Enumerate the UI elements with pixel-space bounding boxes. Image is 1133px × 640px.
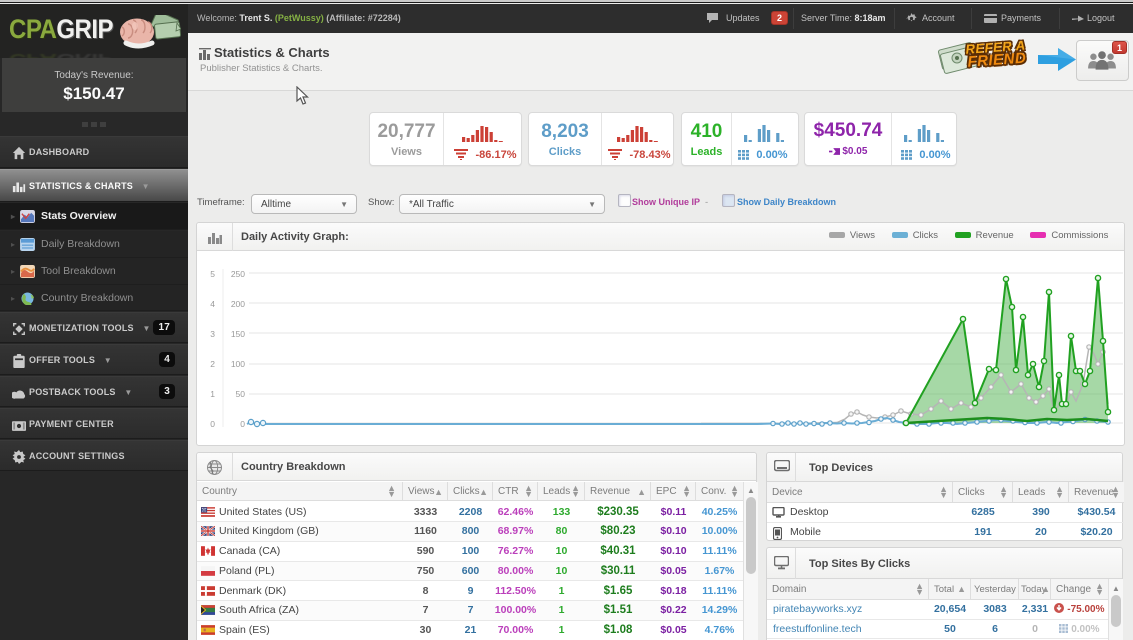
svg-text:100: 100	[231, 359, 245, 369]
svg-text:2: 2	[210, 359, 215, 369]
svg-text:200: 200	[231, 299, 245, 309]
svg-text:0: 0	[210, 419, 215, 429]
svg-text:5: 5	[210, 269, 215, 279]
svg-text:50: 50	[236, 389, 246, 399]
svg-text:0: 0	[240, 419, 245, 429]
svg-text:150: 150	[231, 329, 245, 339]
svg-text:250: 250	[231, 269, 245, 279]
svg-text:1: 1	[210, 389, 215, 399]
svg-text:4: 4	[210, 299, 215, 309]
svg-text:3: 3	[210, 329, 215, 339]
